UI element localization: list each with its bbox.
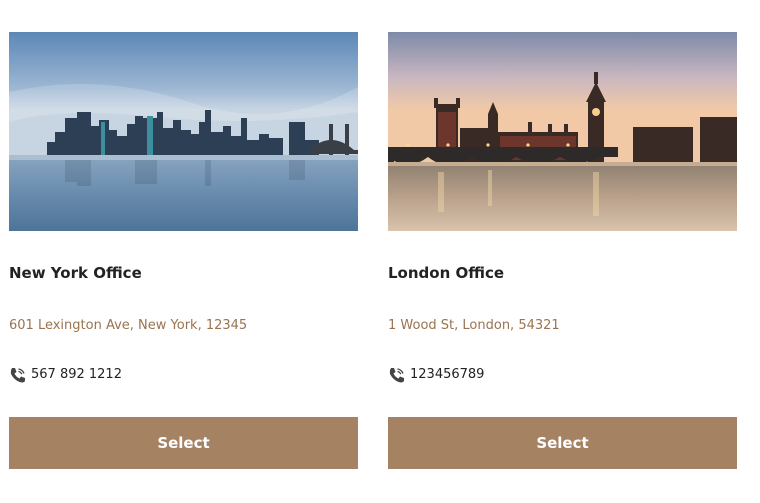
phone-icon <box>9 366 27 384</box>
select-new-york-button[interactable]: Select <box>9 417 358 469</box>
phone-icon <box>388 366 406 384</box>
new-york-skyline-image <box>9 32 358 231</box>
office-address-link[interactable]: 1 Wood St, London, 54321 <box>388 318 560 334</box>
office-phone-number: 567 892 1212 <box>31 367 122 382</box>
office-card-london: London Office 1 Wood St, London, 54321 1… <box>388 32 737 469</box>
office-address-link[interactable]: 601 Lexington Ave, New York, 12345 <box>9 318 247 334</box>
london-westminster-image <box>388 32 737 231</box>
select-london-button[interactable]: Select <box>388 417 737 469</box>
office-phone-number: 123456789 <box>410 367 485 382</box>
office-card-new-york: New York Office 601 Lexington Ave, New Y… <box>9 32 358 469</box>
office-title: New York Office <box>9 264 142 282</box>
office-phone: 123456789 <box>388 366 484 384</box>
office-title: London Office <box>388 264 505 282</box>
office-phone: 567 892 1212 <box>9 366 122 384</box>
